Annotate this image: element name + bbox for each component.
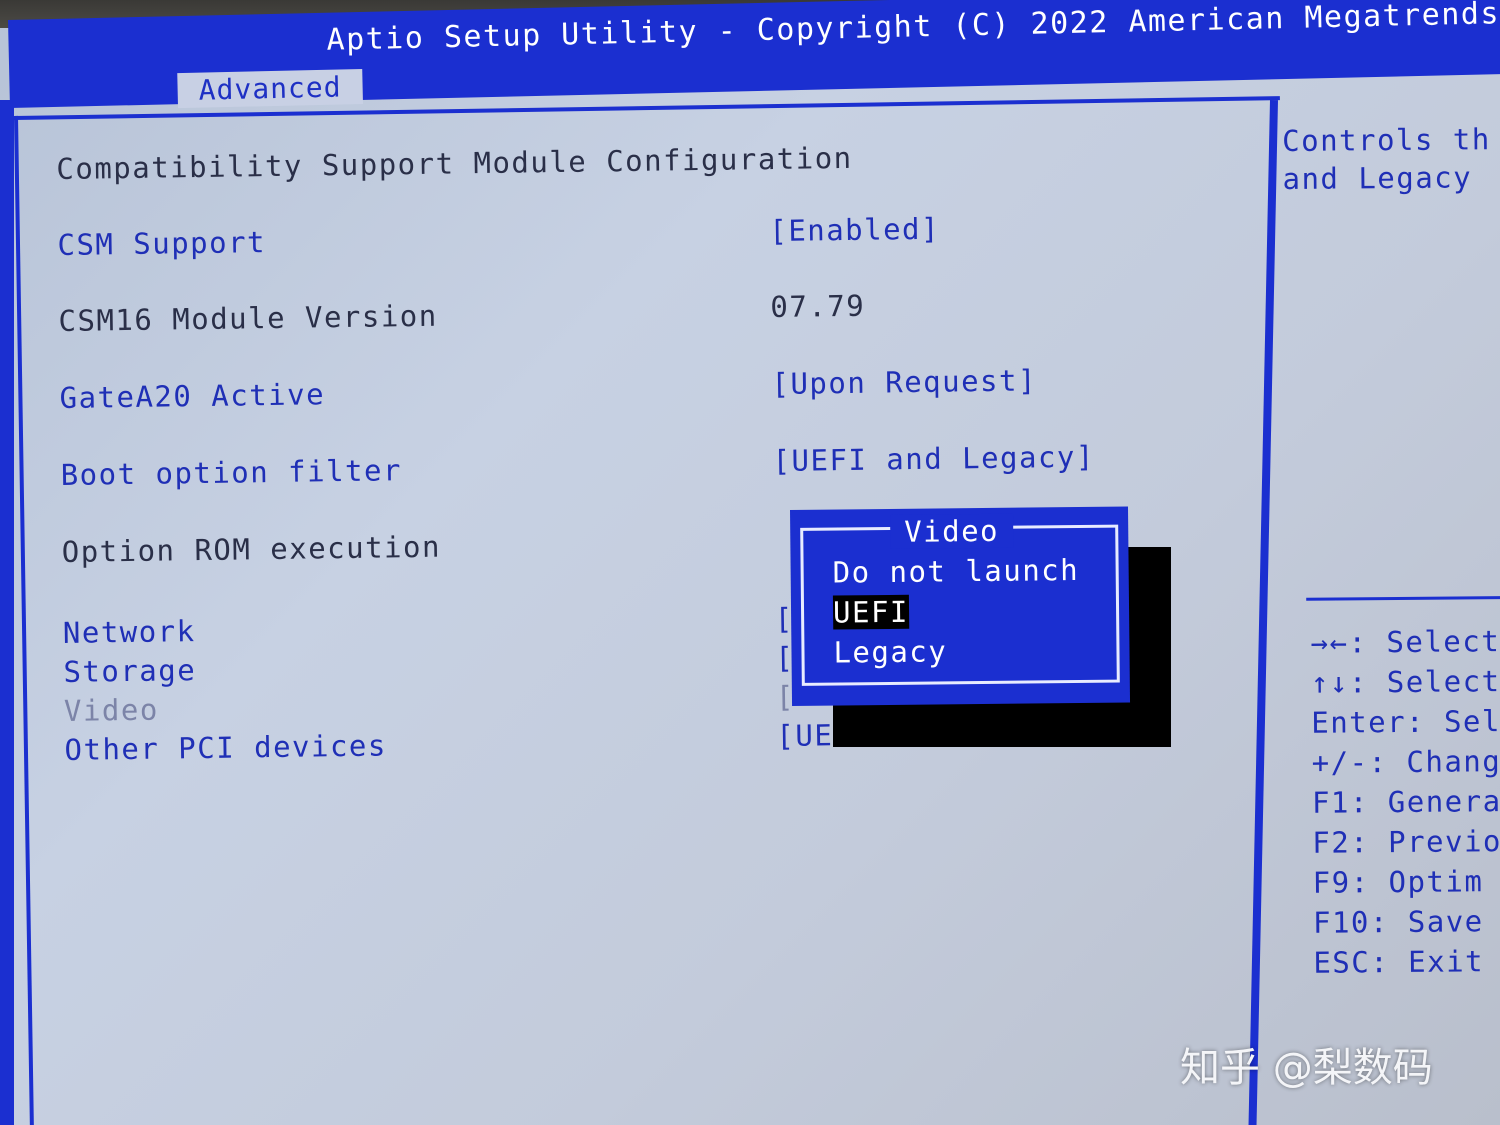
key-hint-esc: ESC: Exit — [1313, 944, 1485, 980]
csm16-version-label: CSM16 Module Version — [58, 298, 438, 338]
setting-gatea20-value[interactable]: [Upon Request] — [771, 363, 1037, 401]
key-hint-f1: F1: Genera — [1311, 784, 1500, 820]
popup-option-uefi[interactable]: UEFI — [832, 594, 910, 630]
title-text: Aptio Setup Utility - Copyright (C) 2022… — [326, 0, 1500, 58]
key-hint-item: ↑↓: Select — [1310, 664, 1500, 700]
left-border — [0, 100, 14, 1125]
watermark: 知乎 @梨数码 — [1180, 1045, 1433, 1091]
video-option-popup: Video Do not launch UEFI Legacy — [790, 506, 1131, 706]
setting-storage-label[interactable]: Storage — [63, 653, 196, 689]
setting-csm-support-label[interactable]: CSM Support — [57, 225, 266, 262]
help-panel: Controls th and Legacy →←: Select ↑↓: Se… — [1282, 114, 1500, 1116]
bios-screen: Aptio Setup Utility - Copyright (C) 2022… — [0, 0, 1500, 1125]
key-hint-f9: F9: Optim — [1312, 864, 1484, 900]
key-hint-screen: →←: Select — [1310, 624, 1500, 660]
popup-title: Video — [890, 513, 1014, 549]
option-rom-heading: Option ROM execution — [61, 529, 442, 569]
help-description-line: Controls th — [1282, 122, 1491, 158]
setting-csm-support-value[interactable]: [Enabled] — [769, 212, 940, 248]
key-hint-f2: F2: Previo — [1312, 824, 1500, 860]
setting-network-label[interactable]: Network — [63, 614, 196, 650]
setting-gatea20-label[interactable]: GateA20 Active — [59, 377, 325, 415]
title-bar: Aptio Setup Utility - Copyright (C) 2022… — [8, 0, 1500, 109]
section-title: Compatibility Support Module Configurati… — [56, 140, 853, 186]
help-separator — [1306, 595, 1500, 601]
popup-option-do-not-launch[interactable]: Do not launch — [832, 553, 1079, 590]
key-hint-change: +/-: Chang — [1311, 744, 1500, 780]
setting-other-pci-label[interactable]: Other PCI devices — [64, 728, 387, 766]
tab-advanced[interactable]: Advanced — [177, 68, 363, 109]
key-hint-f10: F10: Save — [1312, 904, 1484, 940]
setting-boot-filter-value[interactable]: [UEFI and Legacy] — [772, 440, 1095, 478]
csm16-version-value: 07.79 — [770, 288, 866, 325]
setting-other-pci-value[interactable]: [UE — [776, 718, 833, 753]
popup-option-legacy[interactable]: Legacy — [833, 634, 947, 669]
setting-boot-filter-label[interactable]: Boot option filter — [60, 453, 402, 492]
setting-video-label[interactable]: Video — [64, 693, 159, 728]
help-description-line: and Legacy — [1282, 160, 1473, 196]
key-hint-enter: Enter: Sel — [1311, 704, 1500, 740]
